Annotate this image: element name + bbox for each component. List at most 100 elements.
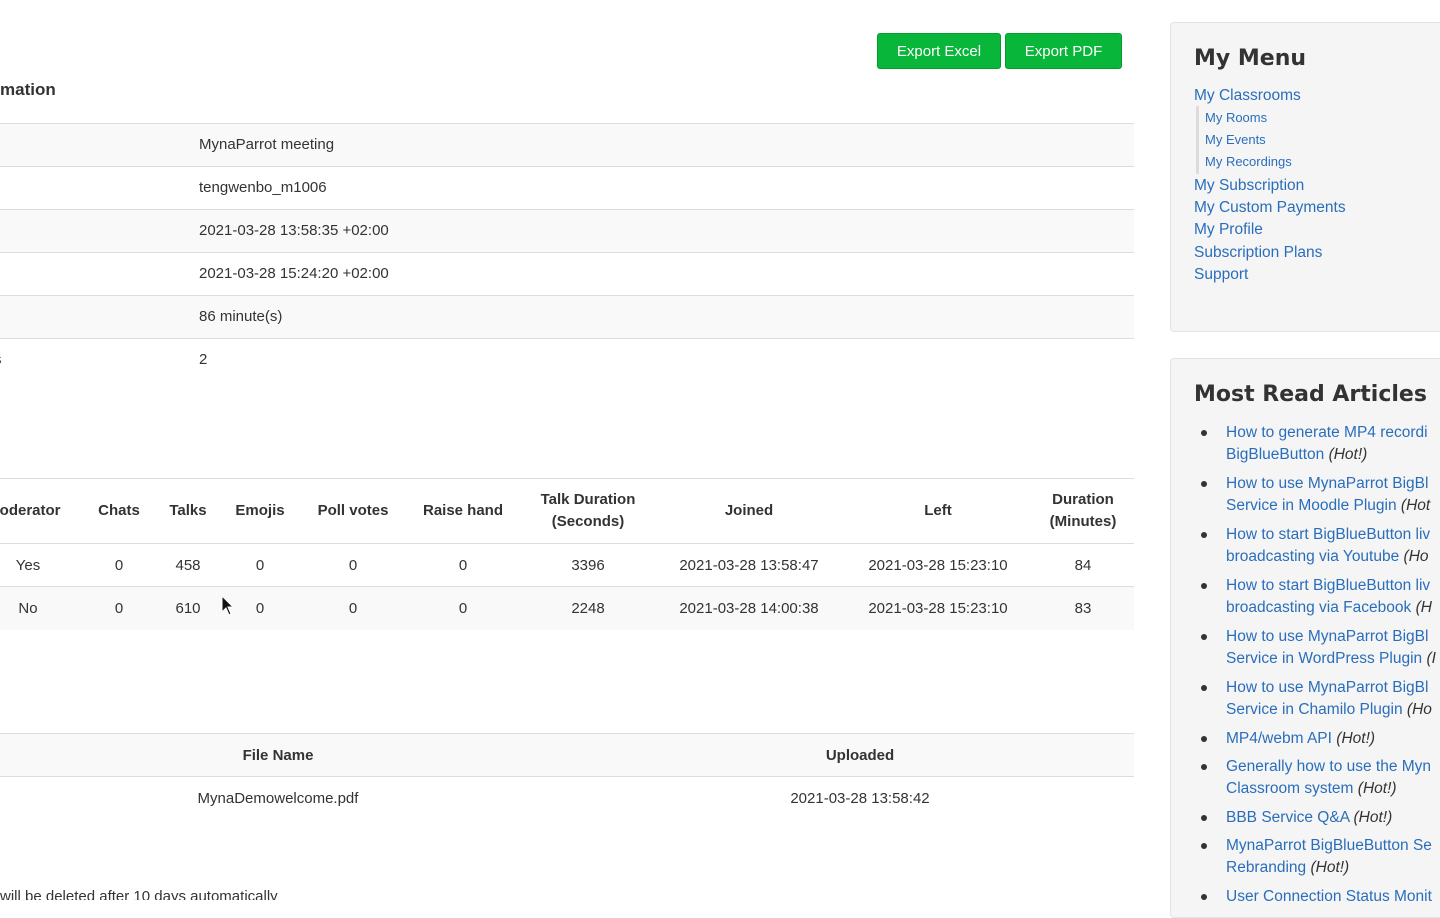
section-title: mation [0, 80, 56, 99]
menu-link-rooms[interactable]: My Rooms [1205, 110, 1267, 125]
table-cell: 83 [1074, 600, 1092, 617]
article-title[interactable]: How to use MynaParrot BigBl [1226, 626, 1428, 648]
table-row: MynaDemowelcome.pdf 2021-03-28 13:58:42 [0, 777, 1134, 821]
export-pdf-button[interactable]: Export PDF [1005, 33, 1122, 69]
info-label: s [0, 339, 2, 381]
table-cell: 2021-03-28 13:58:47 [679, 557, 819, 574]
bullet-icon [1201, 843, 1207, 849]
article-title[interactable]: Generally how to use the Myn [1226, 756, 1431, 778]
table-cell: 458 [175, 557, 201, 574]
table-cell: 2021-03-28 14:00:38 [679, 600, 819, 617]
main-content: Export Excel Export PDF mation MynaParro… [0, 0, 1134, 900]
article-title-cont[interactable]: MP4/webm API (Hot!) [1226, 728, 1375, 750]
article-title[interactable]: Service in Moodle Plugin [1226, 497, 1397, 514]
files-table: File Name Uploaded MynaDemowelcome.pdf 2… [0, 733, 1134, 821]
article-title[interactable]: How to start BigBlueButton liv [1226, 524, 1430, 546]
table-cell: 0 [348, 557, 358, 574]
article-title[interactable]: broadcasting via Facebook [1226, 599, 1411, 616]
column-header: File Name [242, 747, 314, 764]
my-menu-title: My Menu [1194, 46, 1307, 71]
info-value: 2 [199, 351, 208, 368]
column-header: Uploaded [825, 747, 895, 764]
article-title[interactable]: BBB Service Q&A [1226, 809, 1349, 826]
articles-title: Most Read Articles [1194, 382, 1427, 407]
article-title[interactable]: Service in Chamilo Plugin [1226, 701, 1403, 718]
article-title-cont[interactable]: Service in Chamilo Plugin (Ho [1226, 699, 1432, 721]
table-cell: 2248 [571, 600, 605, 617]
menu-link-events[interactable]: My Events [1205, 132, 1266, 147]
article-title-cont[interactable]: broadcasting via Youtube (Ho [1226, 546, 1429, 568]
article-title-cont[interactable]: Service in WordPress Plugin (I [1226, 648, 1436, 670]
table-cell: 0 [458, 557, 468, 574]
article-title[interactable]: How to use MynaParrot BigBl [1226, 677, 1428, 699]
article-title-cont[interactable]: broadcasting via Facebook (H [1226, 597, 1432, 619]
info-row: tengwenbo_m1006 [0, 166, 1134, 209]
column-header: Duration (Minutes) [1049, 491, 1117, 530]
submenu: My Rooms My Events My Recordings [1196, 106, 1292, 174]
info-value: MynaParrot meeting [199, 136, 335, 153]
column-header: Emojis [235, 502, 285, 519]
my-menu-panel: My Menu My Classrooms My Rooms My Events… [1170, 22, 1440, 332]
article-title[interactable]: User Connection Status Monit [1226, 886, 1432, 908]
column-header: Raise hand [422, 502, 504, 519]
menu-link-subscription-plans[interactable]: Subscription Plans [1194, 244, 1322, 262]
hot-badge: (H [1415, 599, 1432, 616]
hot-badge: (Hot!) [1328, 446, 1368, 463]
table-cell: 2021-03-28 15:23:10 [868, 600, 1008, 617]
article-title[interactable]: broadcasting via Youtube [1226, 548, 1399, 565]
article-title[interactable]: MynaParrot BigBlueButton Se [1226, 835, 1432, 857]
article-title[interactable]: MP4/webm API [1226, 730, 1332, 747]
article-title-cont[interactable]: BigBlueButton (Hot!) [1226, 444, 1367, 466]
info-value: 2021-03-28 15:24:20 +02:00 [199, 265, 389, 282]
menu-link-recordings[interactable]: My Recordings [1205, 154, 1292, 169]
table-cell: 84 [1074, 557, 1092, 574]
article-title-cont[interactable]: BBB Service Q&A (Hot!) [1226, 807, 1392, 829]
export-excel-button[interactable]: Export Excel [877, 33, 1001, 69]
table-cell: 2021-03-28 13:58:42 [790, 790, 930, 807]
article-title[interactable]: How to generate MP4 recordi [1226, 422, 1428, 444]
bullet-icon [1201, 685, 1207, 691]
table-cell: 2021-03-28 15:23:10 [868, 557, 1008, 574]
bullet-icon [1201, 634, 1207, 640]
table-cell: 0 [255, 557, 265, 574]
info-value: 2021-03-28 13:58:35 +02:00 [199, 222, 389, 239]
article-title[interactable]: Classroom system [1226, 780, 1353, 797]
article-title-cont[interactable]: Rebranding (Hot!) [1226, 857, 1349, 879]
article-title[interactable]: Service in WordPress Plugin [1226, 650, 1422, 667]
info-row: 2021-03-28 15:24:20 +02:00 [0, 252, 1134, 295]
menu-link-classrooms[interactable]: My Classrooms [1194, 87, 1301, 105]
hot-badge: (Hot!) [1310, 859, 1350, 876]
mouse-cursor-icon [221, 595, 235, 616]
meeting-info-table: MynaParrot meeting tengwenbo_m1006 2021-… [0, 123, 1134, 381]
article-title-cont[interactable]: Service in Moodle Plugin (Hot [1226, 495, 1430, 517]
menu-link-profile[interactable]: My Profile [1194, 221, 1263, 239]
hot-badge: (Hot!) [1353, 809, 1393, 826]
bullet-icon [1201, 430, 1207, 436]
sidebar: My Menu My Classrooms My Rooms My Events… [1170, 0, 1440, 918]
menu-link-support[interactable]: Support [1194, 266, 1248, 284]
info-row: MynaParrot meeting [0, 123, 1134, 166]
hot-badge: (Ho [1406, 701, 1432, 718]
article-title[interactable]: How to start BigBlueButton liv [1226, 575, 1430, 597]
table-header: File Name Uploaded [0, 733, 1134, 777]
menu-link-subscription[interactable]: My Subscription [1194, 177, 1304, 195]
bullet-icon [1201, 532, 1207, 538]
table-cell: 0 [458, 600, 468, 617]
column-header: Chats [98, 502, 140, 519]
article-title[interactable]: Rebranding [1226, 859, 1306, 876]
table-cell: 610 [175, 600, 201, 617]
article-title-cont[interactable]: Classroom system (Hot!) [1226, 778, 1397, 800]
table-cell: 3396 [571, 557, 605, 574]
table-cell: Yes [15, 557, 41, 574]
bullet-icon [1201, 815, 1207, 821]
bullet-icon [1201, 583, 1207, 589]
table-cell: No [18, 600, 38, 617]
table-cell: 0 [114, 557, 124, 574]
table-header: loderator Chats Talks Emojis Poll votes … [0, 478, 1134, 544]
bullet-icon [1201, 894, 1207, 900]
info-row: s 2 [0, 338, 1134, 381]
menu-link-custom-payments[interactable]: My Custom Payments [1194, 199, 1346, 217]
bullet-icon [1201, 764, 1207, 770]
article-title[interactable]: BigBlueButton [1226, 446, 1324, 463]
article-title[interactable]: How to use MynaParrot BigBl [1226, 473, 1428, 495]
